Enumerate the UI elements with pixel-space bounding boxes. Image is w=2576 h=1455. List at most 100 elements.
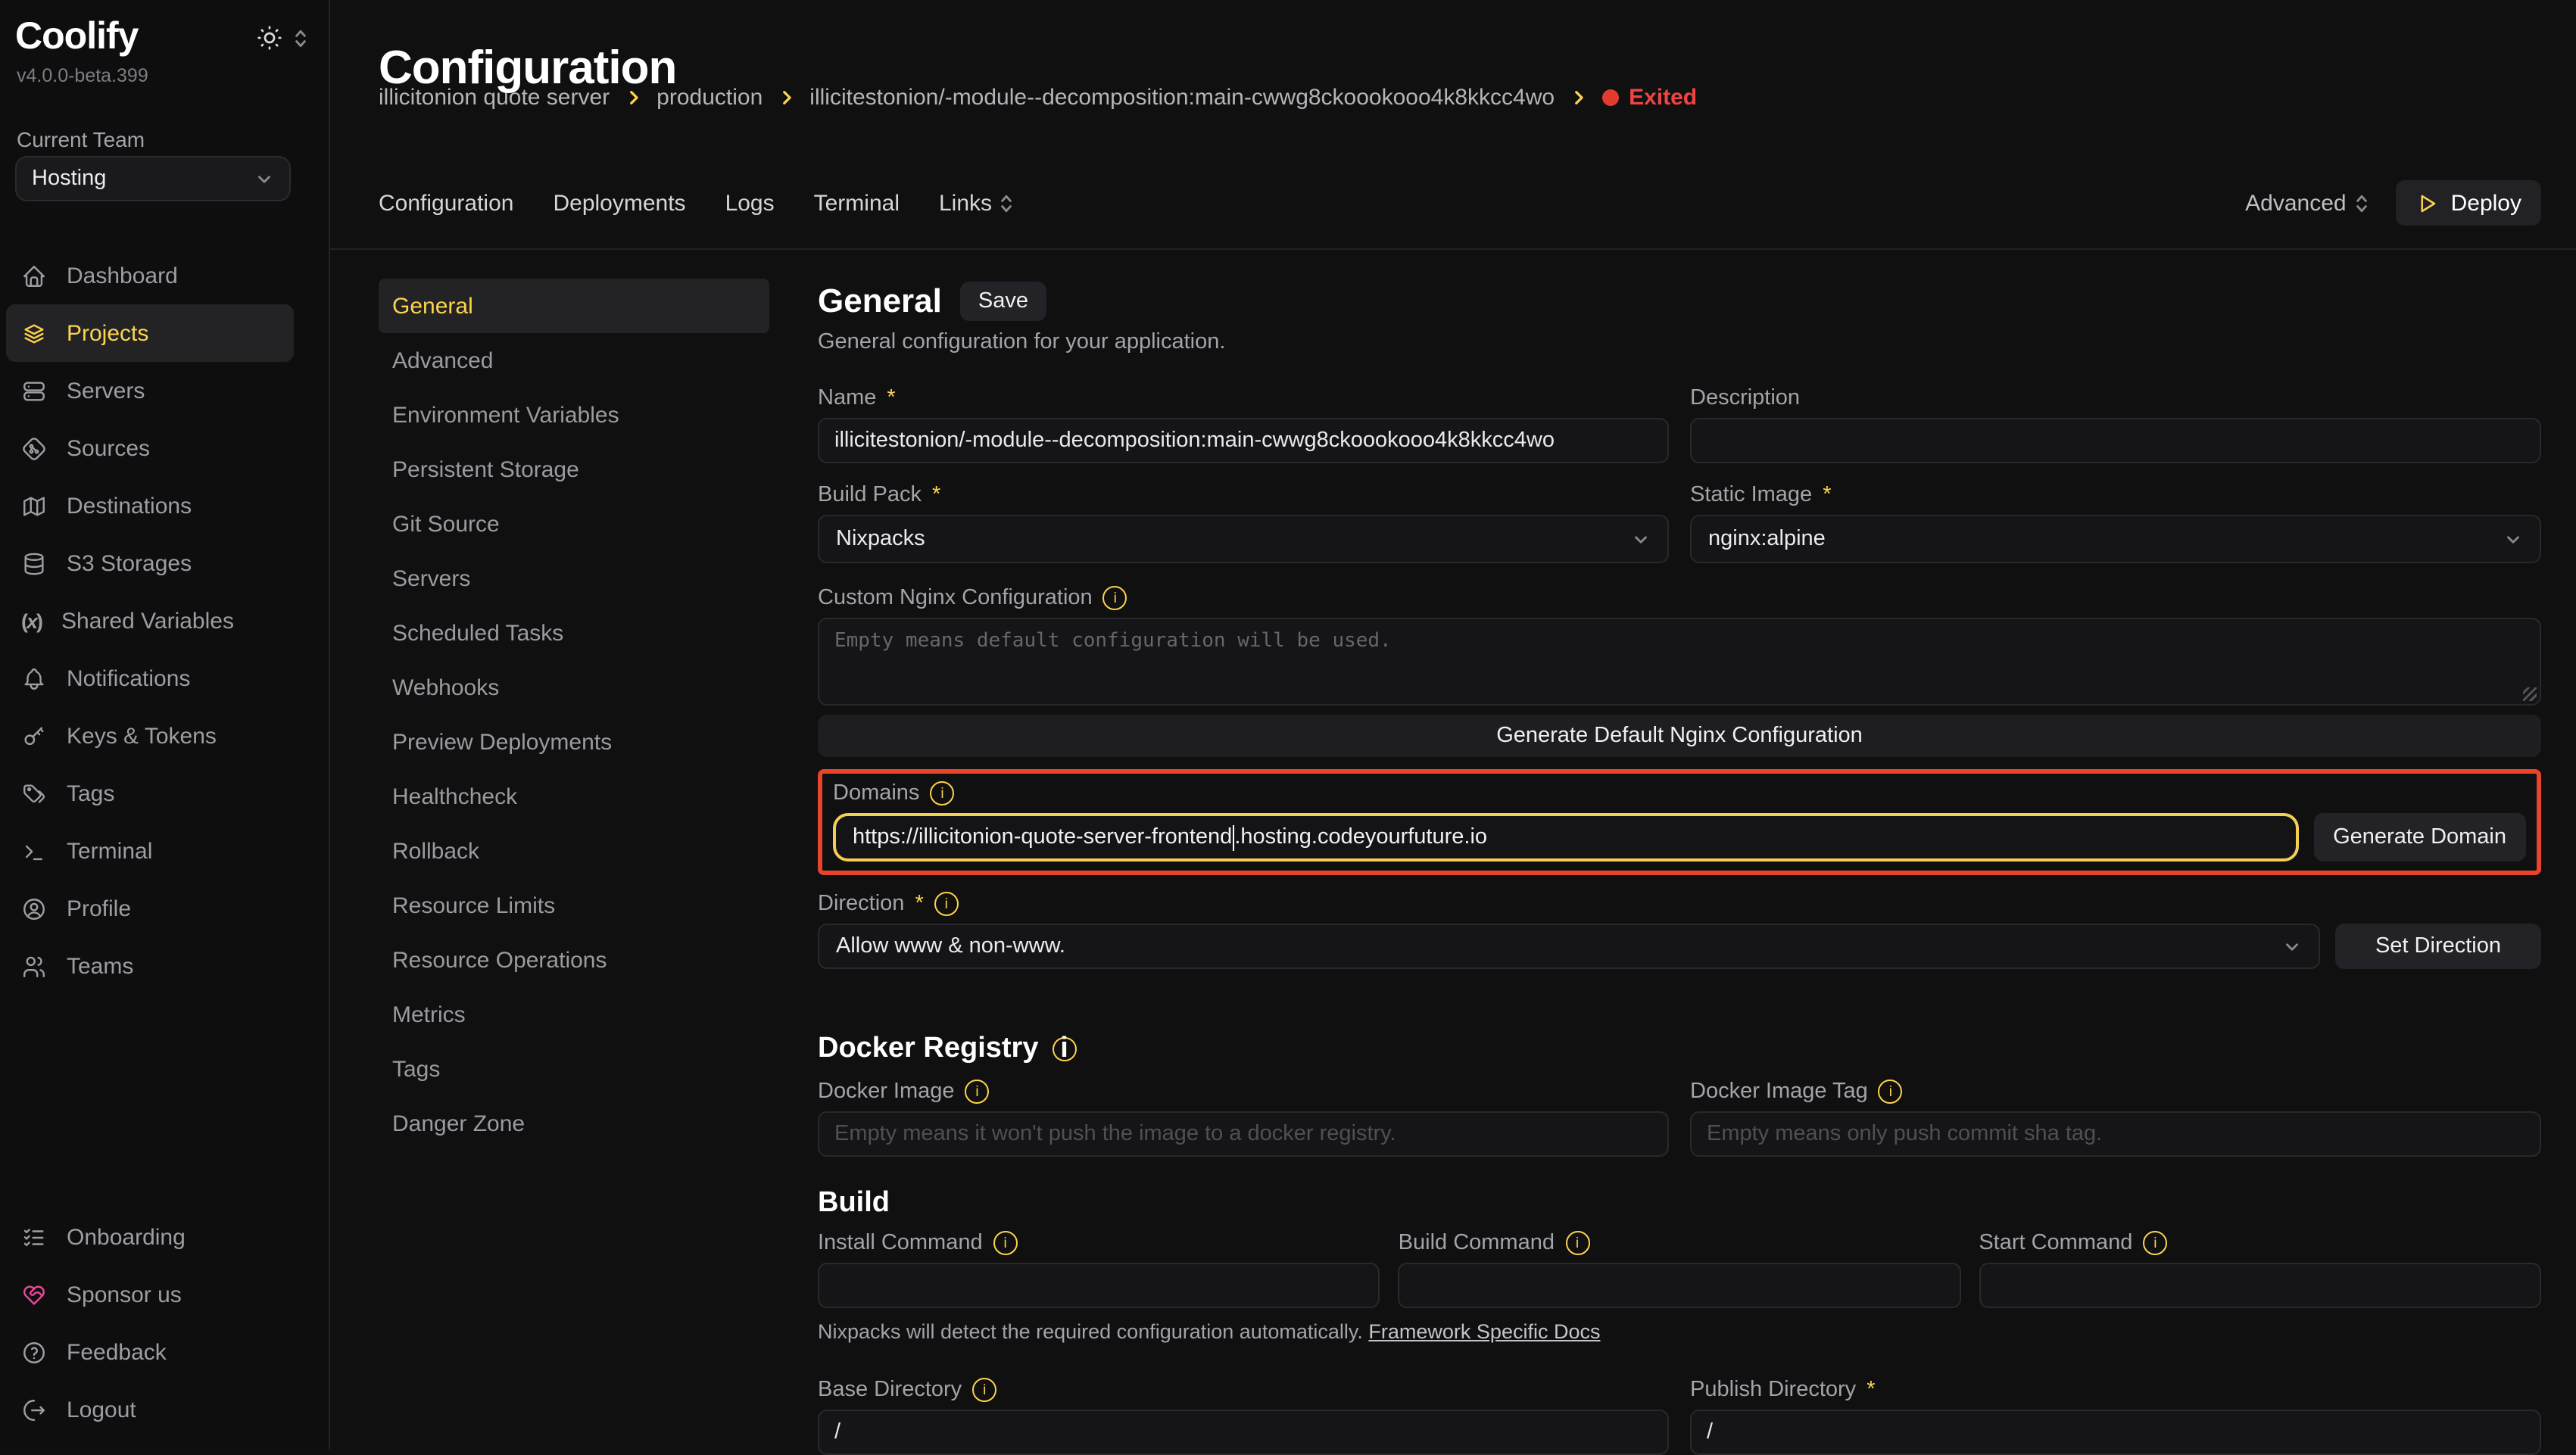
tab-logs[interactable]: Logs bbox=[725, 190, 775, 216]
app-logo[interactable]: Coolify bbox=[15, 15, 138, 58]
chevron-down-icon bbox=[254, 169, 274, 188]
sidebar-item-feedback[interactable]: Feedback bbox=[6, 1323, 294, 1381]
subnav-item-git-source[interactable]: Git Source bbox=[379, 497, 769, 551]
subnav-item-environment-variables[interactable]: Environment Variables bbox=[379, 388, 769, 442]
set-direction-button[interactable]: Set Direction bbox=[2335, 924, 2541, 969]
breadcrumb: illicitonion quote server production ill… bbox=[379, 85, 1697, 111]
info-icon[interactable] bbox=[1103, 586, 1127, 610]
theme-toggle-sun-icon[interactable] bbox=[256, 24, 283, 51]
static-image-select[interactable]: nginx:alpine bbox=[1690, 515, 2541, 563]
save-button[interactable]: Save bbox=[960, 282, 1046, 321]
sidebar-item-keys-tokens[interactable]: Keys & Tokens bbox=[6, 707, 294, 765]
sidebar-item-shared-variables[interactable]: (x)Shared Variables bbox=[6, 592, 294, 650]
sidebar-item-destinations[interactable]: Destinations bbox=[6, 477, 294, 534]
info-icon[interactable] bbox=[1052, 1037, 1076, 1061]
subnav-item-resource-operations[interactable]: Resource Operations bbox=[379, 933, 769, 987]
sidebar-item-servers[interactable]: Servers bbox=[6, 362, 294, 419]
advanced-menu[interactable]: Advanced bbox=[2245, 190, 2369, 216]
chevron-down-icon bbox=[2282, 936, 2302, 956]
deploy-button[interactable]: Deploy bbox=[2397, 180, 2541, 226]
terminal-icon bbox=[21, 838, 47, 864]
domains-input[interactable]: https://illicitonion-quote-server-fronte… bbox=[833, 813, 2298, 861]
required-mark: * bbox=[1823, 483, 1831, 507]
description-input[interactable] bbox=[1690, 418, 2541, 463]
generate-nginx-button[interactable]: Generate Default Nginx Configuration bbox=[818, 715, 2541, 757]
theme-selector-icon[interactable] bbox=[294, 26, 307, 49]
subnav-item-healthcheck[interactable]: Healthcheck bbox=[379, 769, 769, 824]
name-input[interactable] bbox=[818, 418, 1669, 463]
direction-select[interactable]: Allow www & non-www. bbox=[818, 924, 2320, 969]
required-mark: * bbox=[887, 386, 895, 410]
breadcrumb-project[interactable]: illicitonion quote server bbox=[379, 85, 610, 111]
subnav-item-scheduled-tasks[interactable]: Scheduled Tasks bbox=[379, 606, 769, 660]
domains-label: Domains bbox=[833, 777, 2526, 810]
build-command-input[interactable] bbox=[1399, 1263, 1961, 1308]
subnav-item-rollback[interactable]: Rollback bbox=[379, 824, 769, 878]
sidebar-item-s3-storages[interactable]: S3 Storages bbox=[6, 534, 294, 592]
info-icon[interactable] bbox=[965, 1080, 990, 1104]
team-select[interactable]: Hosting bbox=[15, 156, 291, 201]
info-icon[interactable] bbox=[993, 1231, 1018, 1255]
framework-docs-link[interactable]: Framework Specific Docs bbox=[1368, 1320, 1600, 1343]
tab-deployments[interactable]: Deployments bbox=[553, 190, 685, 216]
subnav-item-servers[interactable]: Servers bbox=[379, 551, 769, 606]
sidebar-item-profile[interactable]: Profile bbox=[6, 880, 294, 937]
subnav-item-advanced[interactable]: Advanced bbox=[379, 333, 769, 388]
bell-icon bbox=[21, 665, 47, 691]
sidebar-item-tags[interactable]: Tags bbox=[6, 765, 294, 822]
subnav-item-tags[interactable]: Tags bbox=[379, 1042, 769, 1096]
sidebar-item-notifications[interactable]: Notifications bbox=[6, 650, 294, 707]
chevron-right-icon bbox=[623, 88, 643, 107]
database-icon bbox=[21, 550, 47, 576]
subnav-item-danger-zone[interactable]: Danger Zone bbox=[379, 1096, 769, 1151]
info-icon[interactable] bbox=[930, 781, 954, 805]
users-icon bbox=[21, 953, 47, 979]
divider bbox=[330, 248, 2576, 250]
subnav-item-metrics[interactable]: Metrics bbox=[379, 987, 769, 1042]
info-icon[interactable] bbox=[1879, 1080, 1903, 1104]
sidebar-item-projects[interactable]: Projects bbox=[6, 304, 294, 362]
key-icon bbox=[21, 723, 47, 749]
tab-links[interactable]: Links bbox=[939, 190, 1013, 216]
subnav-item-resource-limits[interactable]: Resource Limits bbox=[379, 878, 769, 933]
subnav-item-persistent-storage[interactable]: Persistent Storage bbox=[379, 442, 769, 497]
generate-domain-button[interactable]: Generate Domain bbox=[2313, 813, 2526, 861]
user-circle-icon bbox=[21, 896, 47, 921]
publish-directory-input[interactable] bbox=[1690, 1410, 2541, 1455]
subnav-item-general[interactable]: General bbox=[379, 279, 769, 333]
start-command-input[interactable] bbox=[1979, 1263, 2541, 1308]
sidebar-item-onboarding[interactable]: Onboarding bbox=[6, 1208, 294, 1266]
breadcrumb-environment[interactable]: production bbox=[656, 85, 763, 111]
required-mark: * bbox=[932, 483, 940, 507]
selector-icon bbox=[1000, 192, 1013, 214]
section-title: General bbox=[818, 282, 942, 321]
breadcrumb-application[interactable]: illicitestonion/-module--decomposition:m… bbox=[809, 85, 1555, 111]
tab-configuration[interactable]: Configuration bbox=[379, 190, 513, 216]
required-mark: * bbox=[915, 892, 923, 916]
sidebar-item-terminal[interactable]: Terminal bbox=[6, 822, 294, 880]
build-pack-select[interactable]: Nixpacks bbox=[818, 515, 1669, 563]
custom-nginx-textarea[interactable] bbox=[818, 618, 2541, 706]
info-icon[interactable] bbox=[2143, 1231, 2167, 1255]
info-icon[interactable] bbox=[1565, 1231, 1589, 1255]
tab-terminal[interactable]: Terminal bbox=[814, 190, 900, 216]
install-command-input[interactable] bbox=[818, 1263, 1380, 1308]
sidebar-item-sponsor-us[interactable]: Sponsor us bbox=[6, 1266, 294, 1323]
main-content: Configuration illicitonion quote server … bbox=[330, 0, 2576, 1449]
subnav-item-preview-deployments[interactable]: Preview Deployments bbox=[379, 715, 769, 769]
chevron-down-icon bbox=[2503, 529, 2523, 549]
base-directory-input[interactable] bbox=[818, 1410, 1669, 1455]
info-icon[interactable] bbox=[934, 892, 959, 916]
docker-image-tag-input[interactable] bbox=[1690, 1111, 2541, 1157]
info-icon[interactable] bbox=[972, 1378, 996, 1402]
sidebar-item-dashboard[interactable]: Dashboard bbox=[6, 247, 294, 304]
section-subtitle: General configuration for your applicati… bbox=[818, 330, 2541, 354]
status-badge: Exited bbox=[1601, 85, 1697, 111]
sidebar-item-logout[interactable]: Logout bbox=[6, 1381, 294, 1438]
sidebar-item-teams[interactable]: Teams bbox=[6, 937, 294, 995]
subnav-item-webhooks[interactable]: Webhooks bbox=[379, 660, 769, 715]
docker-image-input[interactable] bbox=[818, 1111, 1669, 1157]
map-icon bbox=[21, 493, 47, 519]
sidebar-item-sources[interactable]: Sources bbox=[6, 419, 294, 477]
base-directory-label: Base Directory bbox=[818, 1373, 1669, 1407]
